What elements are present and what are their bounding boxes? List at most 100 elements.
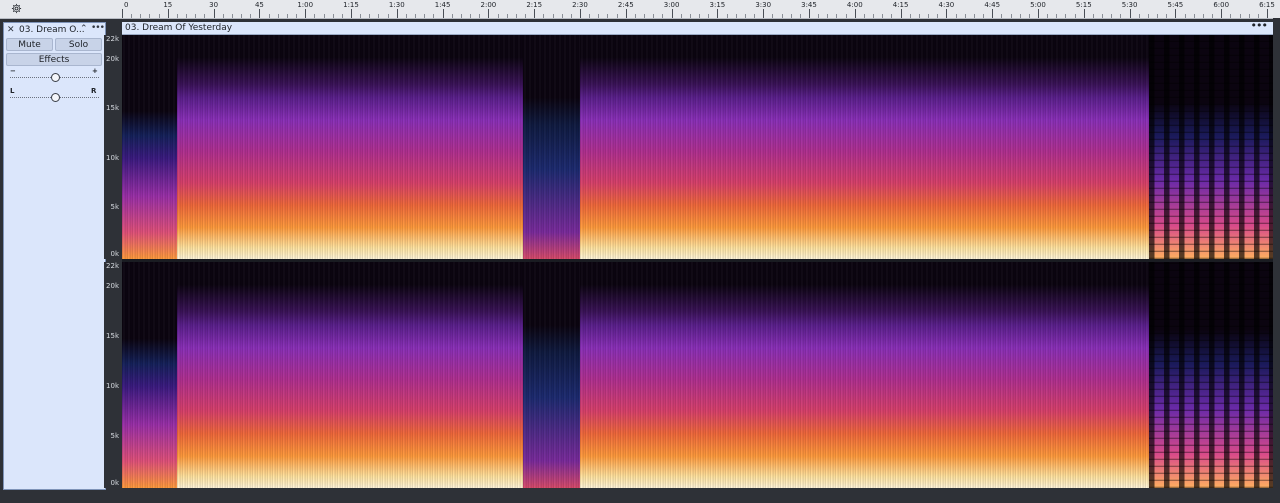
ruler-minor-tick	[1257, 14, 1259, 18]
ruler-minor-tick	[818, 14, 820, 18]
close-icon[interactable]: ✕	[7, 24, 15, 36]
ruler-minor-tick	[470, 14, 472, 18]
chevron-up-icon[interactable]: ⌃	[80, 23, 88, 35]
spectrogram-texture	[1149, 262, 1273, 488]
ruler-minor-tick	[497, 14, 499, 18]
ruler-tick-label: 1:45	[434, 1, 451, 9]
timeline-ruler[interactable]: 0 15 30 45 1:00 1:15 1:30 1:45 2:00 2:15 2:30 2:45 3…	[0, 0, 1280, 19]
ruler-tick	[167, 9, 169, 18]
ruler-minor-tick	[195, 14, 197, 18]
ruler-minor-tick	[158, 14, 160, 18]
ruler-minor-tick	[1166, 14, 1168, 18]
ruler-minor-tick	[653, 14, 655, 18]
ruler-tick-label: 3:45	[801, 1, 817, 9]
spectrogram-segment	[122, 262, 177, 488]
spectrogram-texture	[523, 35, 580, 259]
ruler-tick	[122, 9, 123, 18]
ruler-tick	[580, 9, 581, 18]
spectrogram-right-channel[interactable]	[122, 262, 1273, 488]
ruler-minor-tick	[781, 14, 783, 18]
ruler-tick-label: 2:45	[617, 1, 634, 9]
ruler-minor-tick	[1239, 14, 1241, 18]
frequency-label: 0k	[110, 479, 119, 487]
ruler-minor-tick	[515, 14, 517, 18]
mute-button[interactable]: Mute	[6, 38, 53, 51]
ruler-minor-tick	[1047, 14, 1049, 18]
time-ruler[interactable]: 0 15 30 45 1:00 1:15 1:30 1:45 2:00 2:15 2:30 2:45 3…	[122, 0, 1280, 18]
frequency-axis-left-channel: 22k 20k 15k 10k 5k 0k	[104, 35, 122, 259]
gain-slider-thumb[interactable]	[50, 73, 60, 82]
ruler-minor-tick	[744, 14, 746, 18]
ruler-minor-tick	[140, 14, 142, 18]
ruler-tick	[763, 9, 765, 18]
ruler-tick	[259, 9, 261, 18]
ruler-minor-tick	[387, 14, 389, 18]
ruler-tick-label: 4:15	[892, 1, 909, 9]
pan-slider-thumb[interactable]	[50, 93, 60, 102]
ruler-tick-label: 2:30	[572, 1, 588, 9]
spectrogram-texture	[1149, 35, 1273, 259]
ruler-minor-tick	[424, 14, 426, 18]
ruler-minor-tick	[689, 14, 691, 18]
more-horizontal-icon[interactable]: •••	[1251, 20, 1268, 32]
frequency-label: 15k	[106, 104, 119, 113]
ruler-minor-tick	[598, 14, 600, 18]
ruler-minor-tick	[1111, 14, 1113, 18]
ruler-tick	[992, 9, 994, 18]
spectrogram-segment	[122, 35, 177, 259]
audio-clip[interactable]: 03. Dream Of Yesterday •••	[122, 20, 1273, 488]
ruler-minor-tick	[735, 14, 737, 18]
ruler-tick-label: 6:15	[1259, 1, 1275, 9]
ruler-minor-tick	[314, 14, 316, 18]
pan-left-label: L	[10, 87, 15, 95]
ruler-tick-label: 5:45	[1167, 1, 1184, 9]
ruler-minor-tick	[250, 14, 252, 18]
ruler-minor-tick	[909, 14, 911, 18]
effects-button[interactable]: Effects	[6, 53, 102, 66]
ruler-minor-tick	[1230, 14, 1232, 18]
frequency-label: 22k	[106, 262, 119, 270]
frequency-axis-right-channel: 22k 20k 15k 10k 5k 0k	[104, 262, 122, 488]
clip-title: 03. Dream Of Yesterday	[125, 23, 233, 33]
ruler-tick-label: 1:00	[297, 1, 314, 9]
ruler-minor-tick	[726, 14, 728, 18]
ruler-minor-tick	[268, 14, 270, 18]
clip-header[interactable]: 03. Dream Of Yesterday •••	[122, 20, 1273, 35]
ruler-tick-label: 30	[209, 1, 219, 9]
spectrogram-segment	[177, 262, 523, 488]
ruler-minor-tick	[1120, 14, 1122, 18]
ruler-minor-tick	[1202, 14, 1204, 18]
solo-button[interactable]: Solo	[55, 38, 102, 51]
ruler-minor-tick	[772, 14, 774, 18]
ruler-minor-tick	[186, 14, 188, 18]
spectrogram-segment	[523, 262, 580, 488]
ruler-minor-tick	[863, 14, 865, 18]
gear-icon[interactable]	[9, 1, 23, 15]
frequency-label: 15k	[106, 332, 119, 340]
ruler-minor-tick	[699, 14, 701, 18]
spectrogram-left-channel[interactable]	[122, 35, 1273, 259]
ruler-tick-label: 5:30	[1121, 1, 1138, 9]
ruler-minor-tick	[983, 14, 985, 18]
pan-right-label: R	[91, 87, 97, 95]
ruler-minor-tick	[1001, 14, 1003, 18]
ruler-tick	[1221, 9, 1223, 18]
ruler-minor-tick	[845, 14, 847, 18]
ruler-tick	[488, 9, 490, 18]
ruler-minor-tick	[561, 14, 563, 18]
spectrogram-texture	[523, 262, 580, 488]
track-name[interactable]: 03. Dream O...	[19, 24, 85, 36]
more-horizontal-icon[interactable]: •••	[91, 23, 105, 33]
ruler-tick-label: 4:00	[846, 1, 863, 9]
ruler-tick	[854, 9, 856, 18]
ruler-tick	[671, 9, 673, 18]
ruler-tick-label: 1:15	[343, 1, 359, 9]
track-header: ✕ 03. Dream O... ⌃ •••	[4, 23, 105, 37]
ruler-minor-tick	[552, 14, 554, 18]
ruler-minor-tick	[204, 14, 206, 18]
ruler-minor-tick	[1028, 14, 1030, 18]
ruler-tick-label: 2:00	[480, 1, 497, 9]
ruler-tick-label: 45	[254, 1, 264, 9]
ruler-minor-tick	[955, 14, 957, 18]
ruler-minor-tick	[525, 14, 527, 18]
